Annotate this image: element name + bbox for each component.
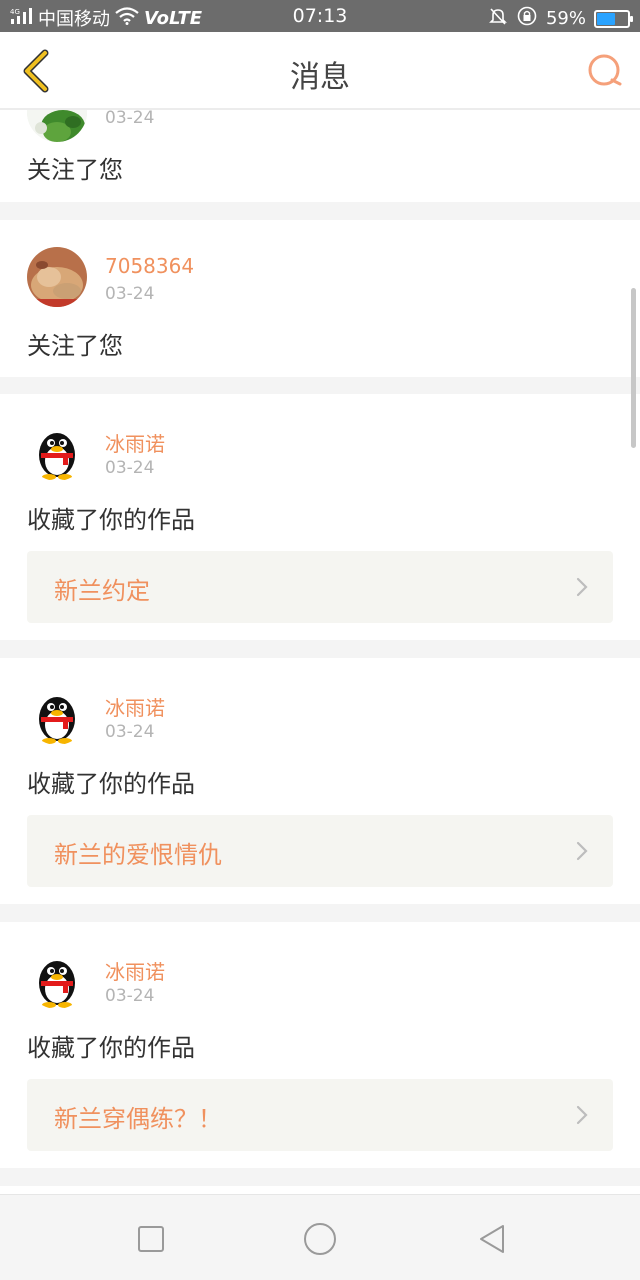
battery-level bbox=[597, 12, 615, 25]
circle-icon bbox=[304, 1223, 336, 1255]
triangle-back-icon bbox=[480, 1225, 504, 1253]
message-date: 03-24 bbox=[105, 284, 155, 304]
message-date: 03-24 bbox=[105, 722, 155, 742]
message-card[interactable]: 冰雨诺 03-24 收藏了你的作品 新兰穿偶练？！ bbox=[0, 922, 640, 1168]
chevron-right-icon bbox=[576, 577, 588, 597]
message-card[interactable]: 03-24 关注了您 bbox=[0, 110, 640, 202]
message-date: 03-24 bbox=[105, 458, 155, 478]
avatar[interactable] bbox=[27, 421, 87, 481]
message-username[interactable]: 7058364 bbox=[105, 254, 194, 278]
work-link[interactable]: 新兰的爱恨情仇 bbox=[27, 815, 613, 887]
search-button[interactable] bbox=[584, 50, 626, 92]
message-card[interactable]: 冰雨诺 03-24 收藏了你的作品 新兰约定 bbox=[0, 394, 640, 640]
battery-icon bbox=[594, 9, 633, 28]
work-link[interactable]: 新兰穿偶练？！ bbox=[27, 1079, 613, 1151]
message-username[interactable]: 冰雨诺 bbox=[105, 428, 165, 457]
status-right: 59% bbox=[488, 5, 633, 32]
message-card[interactable]: 7058364 03-24 关注了您 bbox=[0, 220, 640, 377]
rotation-lock-icon bbox=[516, 5, 538, 32]
system-nav-bar bbox=[0, 1194, 640, 1280]
message-card[interactable]: 冰雨诺 03-24 收藏了你的作品 新兰的爱恨情仇 bbox=[0, 658, 640, 904]
recent-apps-button[interactable] bbox=[131, 1219, 171, 1259]
chevron-right-icon bbox=[576, 841, 588, 861]
back-nav-button[interactable] bbox=[472, 1219, 512, 1259]
message-username[interactable]: 冰雨诺 bbox=[105, 956, 165, 985]
chevron-right-icon bbox=[576, 1105, 588, 1125]
avatar[interactable] bbox=[27, 949, 87, 1009]
avatar[interactable] bbox=[27, 685, 87, 745]
message-action: 关注了您 bbox=[27, 156, 123, 184]
message-list[interactable]: 03-24 关注了您 7058364 03-24 关注了您 冰雨诺 03-24 … bbox=[0, 110, 640, 1194]
work-title: 新兰的爱恨情仇 bbox=[54, 841, 222, 869]
page-title: 消息 bbox=[290, 60, 350, 95]
message-date: 03-24 bbox=[105, 110, 155, 128]
avatar[interactable] bbox=[27, 247, 87, 307]
message-action: 收藏了你的作品 bbox=[27, 770, 195, 798]
message-date: 03-24 bbox=[105, 986, 155, 1006]
message-username[interactable]: 冰雨诺 bbox=[105, 692, 165, 721]
mute-bell-icon bbox=[488, 6, 508, 31]
work-title: 新兰约定 bbox=[54, 577, 150, 605]
scrollbar[interactable] bbox=[631, 288, 636, 448]
search-icon bbox=[588, 54, 622, 86]
message-action: 收藏了你的作品 bbox=[27, 1034, 195, 1062]
penguin-icon bbox=[27, 421, 87, 481]
penguin-icon bbox=[27, 949, 87, 1009]
message-action: 关注了您 bbox=[27, 332, 123, 360]
work-title: 新兰穿偶练？！ bbox=[54, 1105, 222, 1133]
avatar[interactable] bbox=[27, 110, 87, 142]
app-header: 消息 bbox=[0, 32, 640, 110]
message-card[interactable] bbox=[0, 1186, 640, 1194]
work-link[interactable]: 新兰约定 bbox=[27, 551, 613, 623]
message-action: 收藏了你的作品 bbox=[27, 506, 195, 534]
home-button[interactable] bbox=[300, 1219, 340, 1259]
battery-percent: 59% bbox=[545, 8, 586, 29]
status-bar: 4G 中国移动 VoLTE 07:13 59% bbox=[0, 0, 640, 32]
square-icon bbox=[138, 1226, 164, 1252]
penguin-icon bbox=[27, 685, 87, 745]
